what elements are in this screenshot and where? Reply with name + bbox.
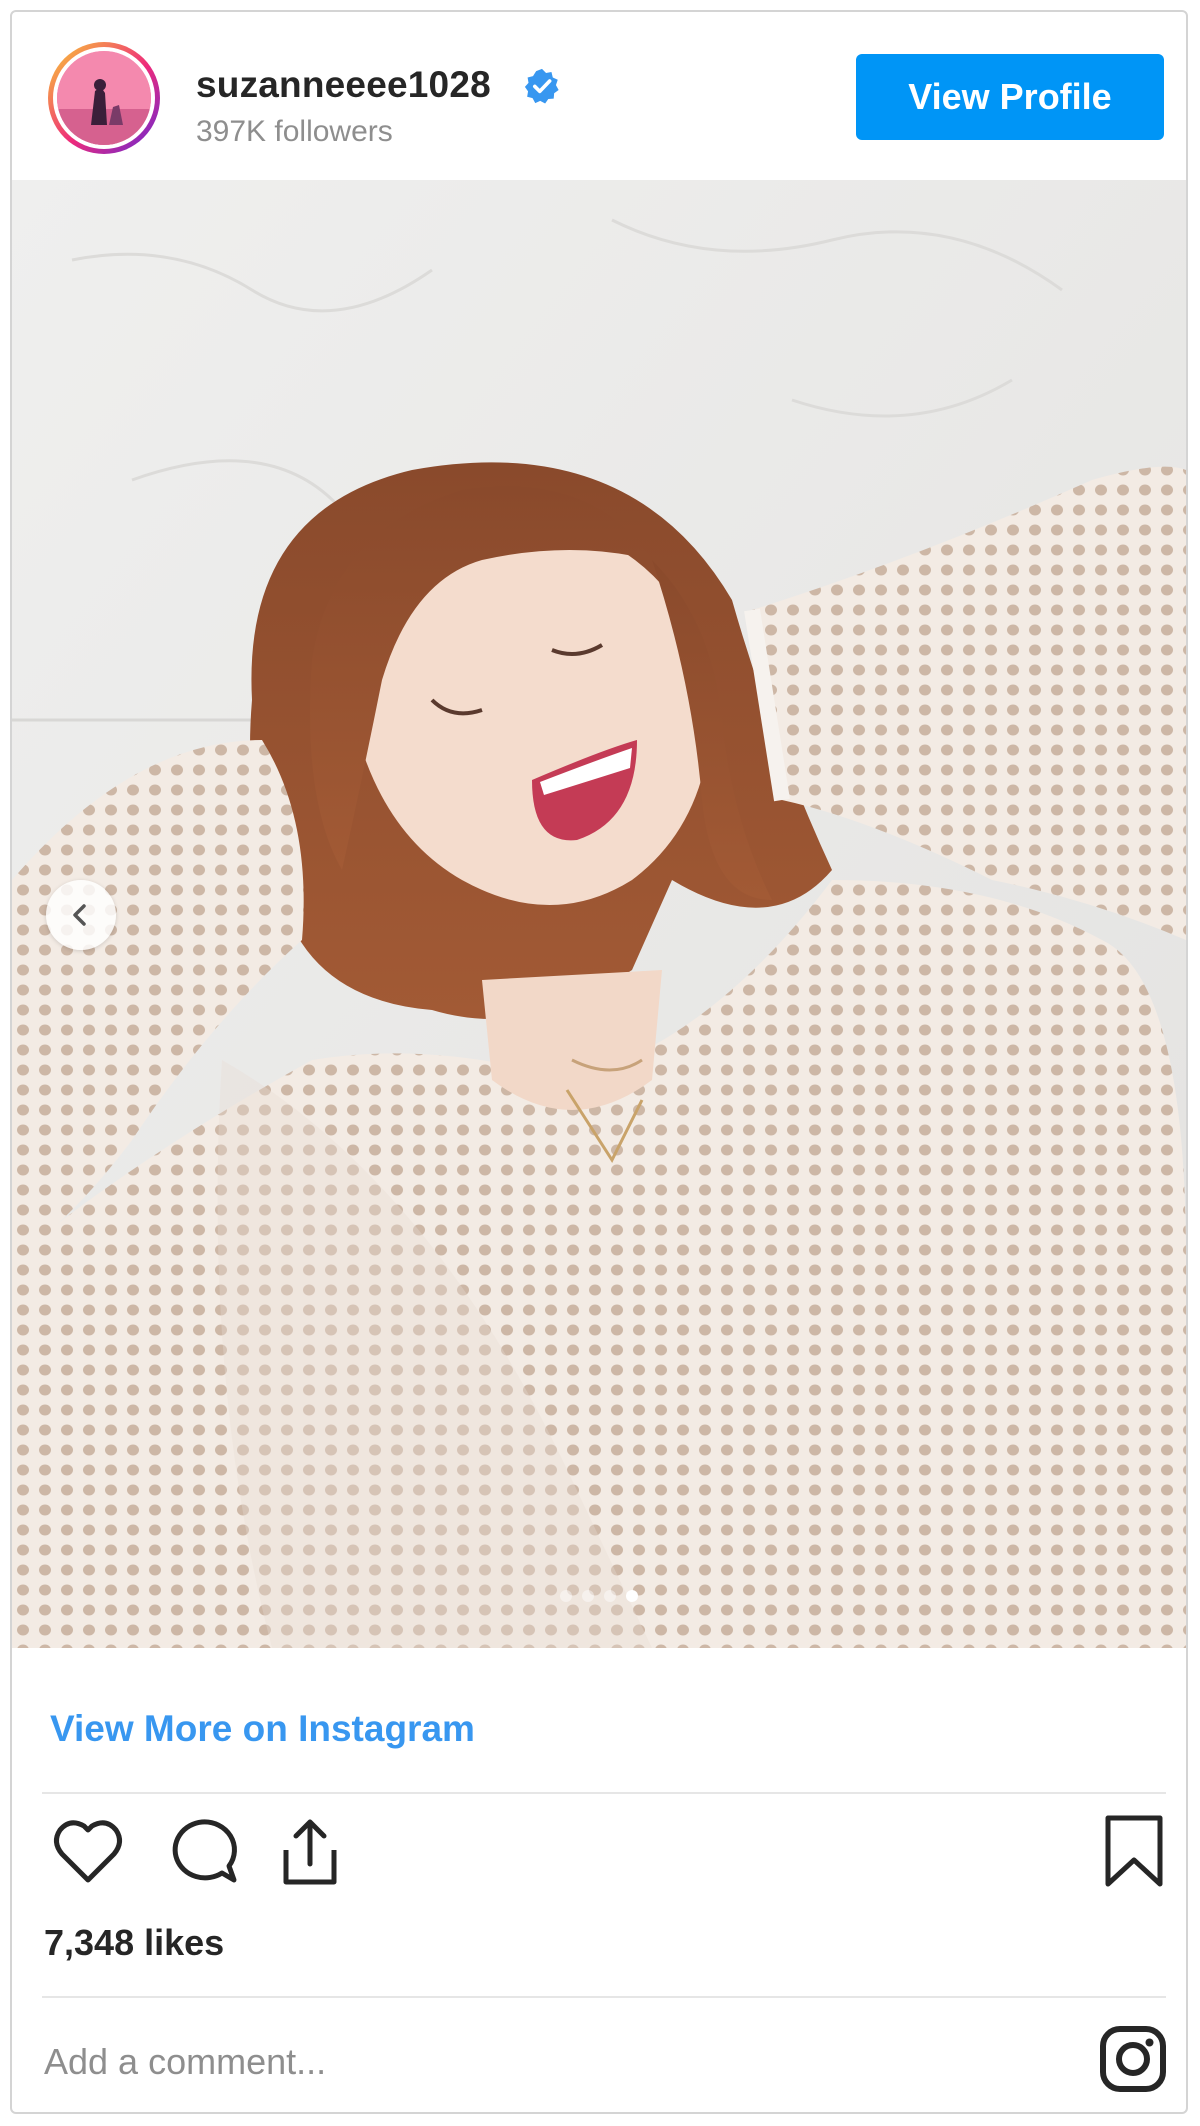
instagram-embed-card: suzanneeee1028 397K followers View Profi… [10, 10, 1188, 2114]
comment-icon[interactable] [162, 1812, 242, 1892]
divider [42, 1792, 1166, 1794]
post-photo[interactable] [12, 180, 1186, 1648]
divider [42, 1996, 1166, 1998]
share-icon[interactable] [270, 1812, 350, 1892]
heart-icon[interactable] [48, 1812, 128, 1892]
chevron-left-icon [73, 904, 86, 926]
like-count[interactable]: 7,348 likes [44, 1922, 224, 1964]
carousel-dot [582, 1590, 594, 1602]
carousel-indicator [12, 1590, 1186, 1602]
follower-count: 397K followers [196, 115, 393, 148]
view-more-link[interactable]: View More on Instagram [50, 1708, 475, 1750]
comment-input[interactable] [44, 2034, 744, 2090]
instagram-logo-icon[interactable] [1098, 2024, 1168, 2094]
bookmark-icon[interactable] [1094, 1812, 1174, 1892]
carousel-dot-active [626, 1590, 638, 1602]
carousel-dot [560, 1590, 572, 1602]
action-bar [12, 1812, 1186, 1902]
username[interactable]: suzanneeee1028 [196, 64, 491, 106]
carousel-prev-button[interactable] [46, 880, 116, 950]
carousel-dot [604, 1590, 616, 1602]
avatar[interactable] [48, 42, 160, 154]
post-header: suzanneeee1028 397K followers View Profi… [12, 12, 1186, 180]
avatar-image [57, 51, 151, 145]
verified-badge-icon [524, 68, 559, 104]
post-image [12, 180, 1186, 1648]
view-profile-button[interactable]: View Profile [856, 54, 1164, 140]
